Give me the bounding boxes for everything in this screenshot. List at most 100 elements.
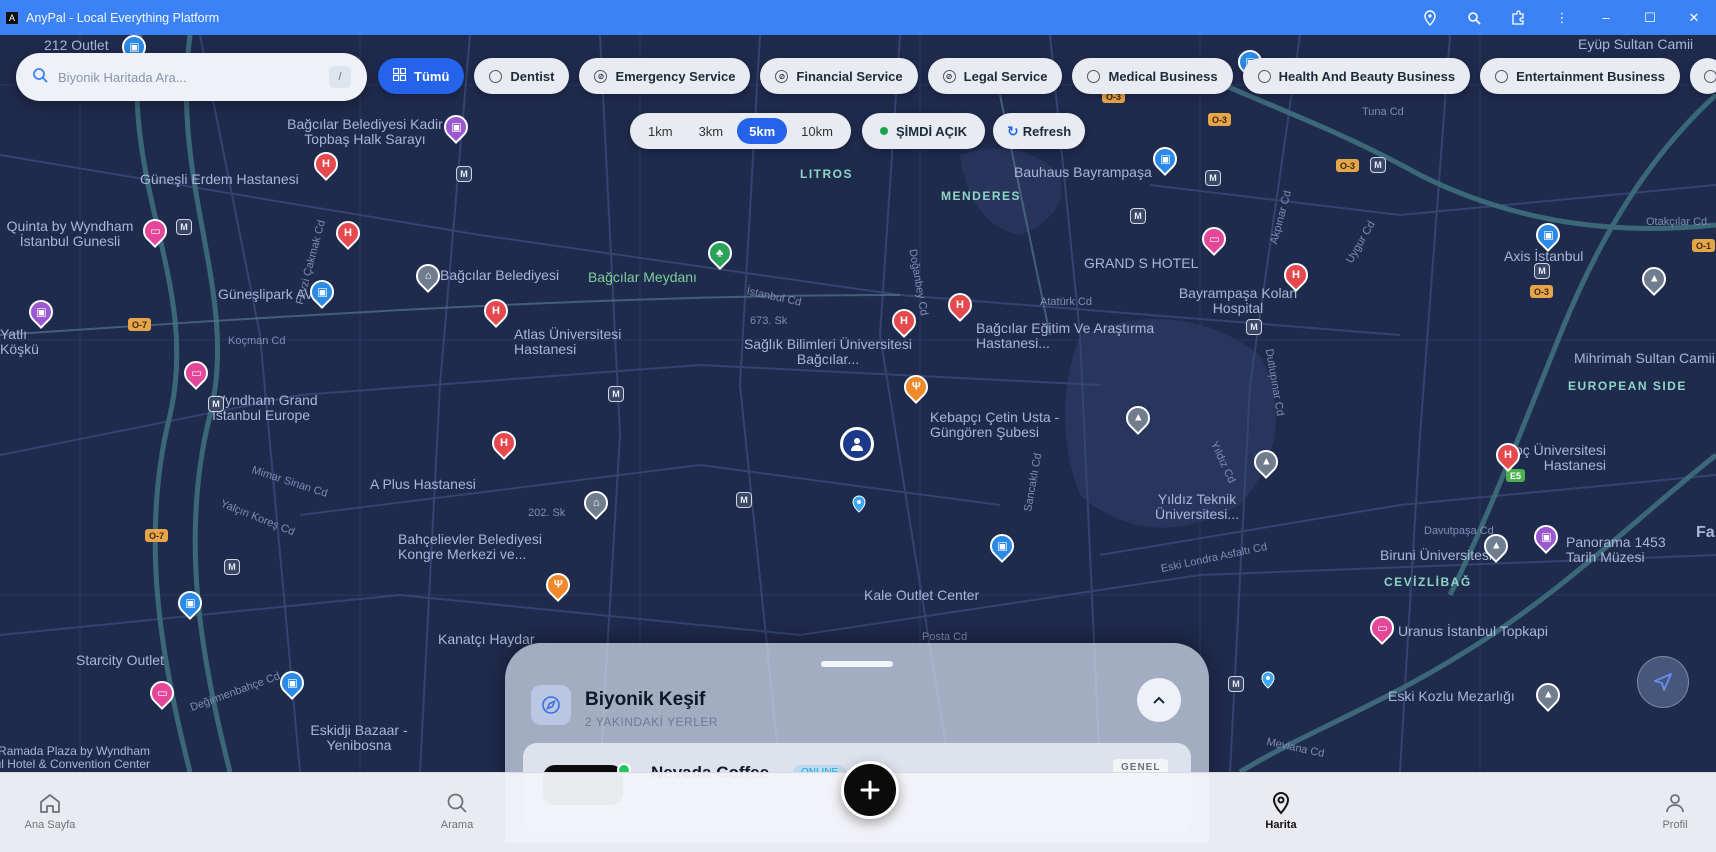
minimize-icon[interactable]: – <box>1584 0 1628 35</box>
map-label-bauhaus: Bauhaus Bayrampaşa <box>1014 164 1152 180</box>
distance-option-1km[interactable]: 1km <box>636 118 685 144</box>
metro-icon[interactable]: M <box>176 219 192 235</box>
filter-chip-label: Dentist <box>510 68 555 84</box>
map-label-212-outlet: 212 Outlet <box>44 37 109 53</box>
metro-icon[interactable]: M <box>1130 208 1146 224</box>
road-shield: O-7 <box>128 318 152 331</box>
map-label-grand-s-hotel: GRAND S HOTEL <box>1084 255 1199 271</box>
search-shortcut-hint: / <box>329 66 351 88</box>
map-search-bar[interactable]: / <box>16 53 367 101</box>
map-label-kebapci: Kebapçı Çetin Usta - Güngören Şubesi <box>930 409 1060 440</box>
map-label-bagcilar-halk-sarayi: Bağcılar Belediyesi Kadir Topbaş Halk Sa… <box>287 116 443 147</box>
title-bar-controls: ⋮ – ☐ ✕ <box>1408 0 1716 35</box>
filter-chip-more[interactable] <box>1689 58 1716 94</box>
distance-option-5km[interactable]: 5km <box>737 118 788 144</box>
metro-icon[interactable]: M <box>456 166 472 182</box>
filter-chip-label: Medical Business <box>1108 68 1218 84</box>
chevron-up-icon <box>1153 696 1165 704</box>
metro-icon[interactable]: M <box>1228 676 1244 692</box>
metro-icon[interactable]: M <box>224 559 240 575</box>
map-label-yatli: Yatlı Köşkü <box>0 326 39 357</box>
distance-option-3km[interactable]: 3km <box>687 118 736 144</box>
search-input[interactable] <box>58 69 329 85</box>
maximize-icon[interactable]: ☐ <box>1628 0 1672 35</box>
map-label-kale-outlet: Kale Outlet Center <box>864 587 980 603</box>
home-icon <box>5 789 95 817</box>
district-menderes: MENDERES <box>941 189 1022 203</box>
nav-search-label: Arama <box>440 819 474 831</box>
metro-icon[interactable]: M <box>1370 157 1386 173</box>
metro-icon[interactable]: M <box>1246 319 1262 335</box>
filter-chip-label: Emergency Service <box>615 68 736 84</box>
street-202-sk: 202. Sk <box>528 507 566 519</box>
map-label-biruni: Biruni Üniversitesi <box>1380 547 1493 563</box>
open-status-dot <box>880 127 888 135</box>
open-now-toggle[interactable]: ŞİMDİ AÇIK <box>862 113 986 149</box>
map-label-fa: Fa <box>1696 524 1715 541</box>
distance-selector: 1km 3km 5km 10km <box>630 113 851 149</box>
map-label-otakcilar: Otakçılar Cd. <box>1646 216 1711 228</box>
filter-chip-all[interactable]: Tümü <box>378 58 465 94</box>
distance-option-10km[interactable]: 10km <box>789 118 845 144</box>
filter-chip-entertainment[interactable]: Entertainment Business <box>1480 58 1680 94</box>
filter-chip-health-beauty[interactable]: Health And Beauty Business <box>1242 58 1471 94</box>
title-bar: A AnyPal - Local Everything Platform ⋮ –… <box>0 0 1716 35</box>
compass-icon <box>531 685 571 725</box>
zoom-icon[interactable] <box>1452 0 1496 35</box>
locate-me-button[interactable] <box>1637 656 1689 708</box>
map-label-ramada: Ramada Plaza by Wyndham İstanbul Hotel &… <box>0 744 150 771</box>
sheet-collapse-button[interactable] <box>1137 678 1181 722</box>
more-options-icon[interactable]: ⋮ <box>1540 0 1584 35</box>
nav-search[interactable]: Arama <box>412 789 502 831</box>
metro-icon[interactable]: M <box>608 386 624 402</box>
map-label-bagcilar-belediyesi: Bağcılar Belediyesi <box>440 267 560 283</box>
map-label-axis: Axis İstanbul <box>1504 248 1584 264</box>
circle-icon <box>1495 69 1509 83</box>
filter-chip-emergency-service[interactable]: ⊘ Emergency Service <box>579 58 751 94</box>
compass-icon: ⊘ <box>775 69 789 83</box>
refresh-button[interactable]: ↻ Refresh <box>993 113 1086 149</box>
filter-chip-medical-business[interactable]: Medical Business <box>1072 58 1233 94</box>
map-label-bahcelievler: Bahçelievler Belediyesi Kongre Merkezi v… <box>398 531 542 562</box>
filter-chip-legal-service[interactable]: ⊘ Legal Service <box>927 58 1063 94</box>
circle-icon <box>1703 69 1716 83</box>
road-shield: O-3 <box>1208 113 1232 126</box>
metro-icon[interactable]: M <box>736 492 752 508</box>
filter-chip-dentist[interactable]: Dentist <box>474 58 570 94</box>
category-filter-bar: Tümü Dentist ⊘ Emergency Service ⊘ Financi… <box>378 58 1716 94</box>
grid-icon <box>392 67 407 84</box>
map-label-eyup-sultan: Eyüp Sultan Camii <box>1578 36 1694 52</box>
filter-chip-label: Entertainment Business <box>1516 68 1665 84</box>
filter-chip-financial-service[interactable]: ⊘ Financial Service <box>760 58 918 94</box>
metro-icon[interactable]: M <box>1205 170 1221 186</box>
district-european-side: EUROPEAN SIDE <box>1568 379 1687 393</box>
map-label-bayrampasa-kolan: Bayrampaşa Kolan Hospital <box>1178 285 1298 316</box>
add-button[interactable] <box>841 761 899 819</box>
metro-icon[interactable]: M <box>1534 263 1550 279</box>
app-window: A AnyPal - Local Everything Platform ⋮ –… <box>0 0 1716 852</box>
sheet-drag-handle[interactable] <box>821 661 893 667</box>
sheet-subtitle: 2 YAKINDAKİ YERLER <box>585 715 719 729</box>
metro-icon[interactable]: M <box>208 396 224 412</box>
result-marker-icon[interactable] <box>852 495 866 513</box>
district-cevizlibag: CEVİZLİBAĞ <box>1384 575 1472 589</box>
nav-home[interactable]: Ana Sayfa <box>5 789 95 831</box>
nav-map[interactable]: Harita <box>1236 789 1326 831</box>
filter-chip-label: Tümü <box>414 68 450 84</box>
nav-profile[interactable]: Profil <box>1630 789 1716 831</box>
map-label-eskidji: Eskidji Bazaar - Yenibosna <box>310 722 408 753</box>
map-label-a-plus: A Plus Hastanesi <box>370 476 476 492</box>
refresh-icon: ↻ <box>1007 122 1019 139</box>
location-pin-icon[interactable] <box>1408 0 1452 35</box>
compass-icon: ⊘ <box>594 69 608 83</box>
user-location-icon[interactable] <box>840 427 874 461</box>
sheet-title: Biyonik Keşif <box>585 689 706 710</box>
map-label-saglik-bilimleri: Sağlık Bilimleri Üniversitesi Bağcılar..… <box>743 336 913 367</box>
extensions-icon[interactable] <box>1496 0 1540 35</box>
open-now-label: ŞİMDİ AÇIK <box>896 123 968 139</box>
result-marker-icon[interactable] <box>1261 671 1275 689</box>
map-label-quinta: Quinta by Wyndham İstanbul Gunesli <box>6 218 134 249</box>
map-label-panorama: Panorama 1453 Tarih Müzesi <box>1566 534 1666 565</box>
close-icon[interactable]: ✕ <box>1672 0 1716 35</box>
road-shield: O-3 <box>1530 285 1554 298</box>
